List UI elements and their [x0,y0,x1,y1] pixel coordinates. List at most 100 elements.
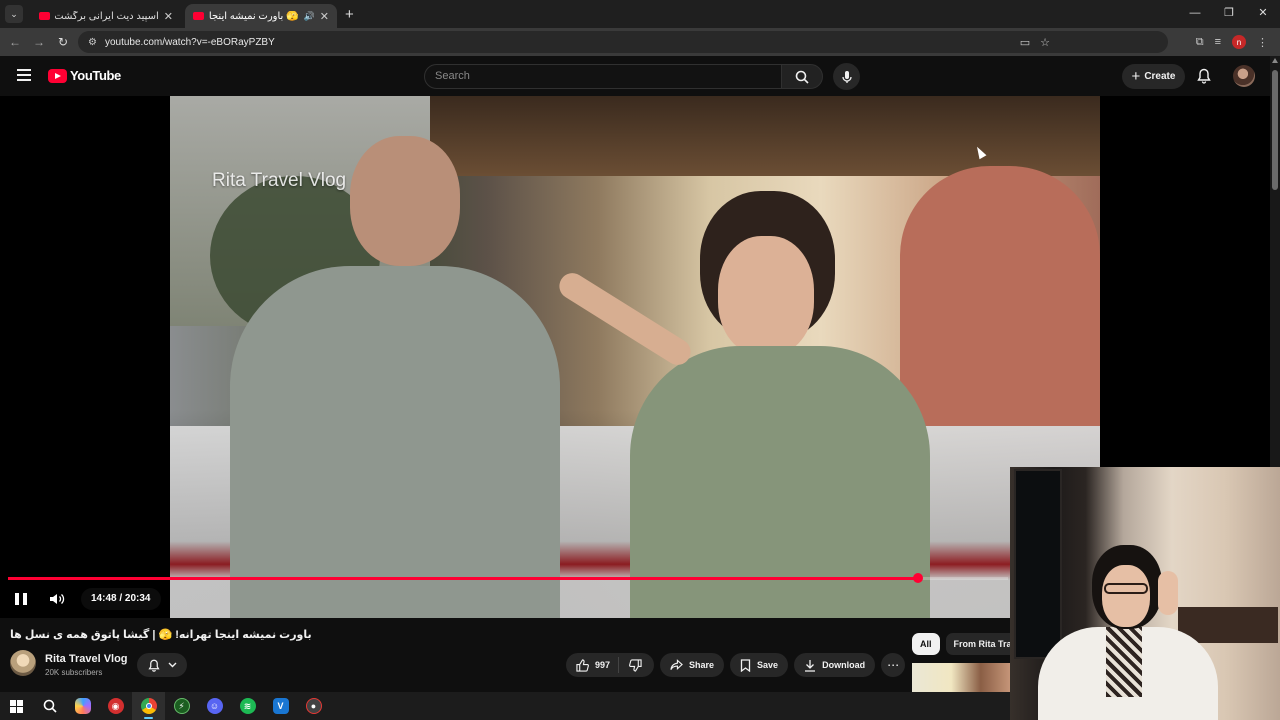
reload-icon[interactable]: ↻ [51,35,75,49]
scrollbar-thumb[interactable] [1272,70,1278,190]
reading-list-icon[interactable]: ≡ [1215,36,1221,48]
scene-awning [430,96,1100,176]
search-icon[interactable] [33,692,66,720]
cam-door [1014,469,1062,659]
account-avatar[interactable] [1233,65,1255,87]
omnibox-actions: ▭ ☆ [1020,31,1050,53]
pause-icon[interactable] [15,593,27,605]
player-controls: 14:48 / 20:34 [0,584,161,614]
screen: ⌄ اسپید دیت ایرانی برگشت ✅ ... ✕ 🫣 باورت… [0,0,1280,720]
channel-name[interactable]: Rita Travel Vlog [45,653,128,665]
spotify-icon[interactable]: ≋ [231,692,264,720]
video-frame[interactable]: Rita Travel Vlog [170,96,1100,618]
subscriber-count: 20K subscribers [45,668,103,677]
copilot-icon[interactable] [66,692,99,720]
plus-icon: + [1131,67,1141,85]
save-label: Save [757,660,779,670]
channel-avatar[interactable] [10,650,36,676]
menu-hamburger-icon[interactable] [17,69,31,81]
search-input[interactable]: Search [424,64,782,89]
youtube-wordmark: YouTube [70,68,121,83]
bookmark-star-icon[interactable]: ☆ [1040,36,1050,49]
window-controls: — ❐ ✕ [1178,0,1280,28]
cam-hand [1158,571,1178,615]
app-green-icon[interactable]: ⚡ [165,692,198,720]
video-details: باورت نمیشه اینجا تهرانه! 🫣 | گیشا پاتوق… [0,618,1020,693]
discord-icon[interactable]: ☺ [198,692,231,720]
webcam-overlay [1010,467,1280,720]
scene-arch [900,166,1100,426]
video-watermark: Rita Travel Vlog [212,170,347,191]
tab-close-icon[interactable]: ✕ [320,10,329,23]
tab-close-icon[interactable]: ✕ [164,10,173,23]
scene-arm [554,268,696,370]
progress-bar[interactable] [8,573,1008,583]
app-blue-icon[interactable]: V [264,692,297,720]
address-bar: ← → ↻ ⚙ youtube.com/watch?v=-eBORayPZBY … [0,28,1280,56]
share-icon [670,659,683,670]
cast-icon[interactable]: ▭ [1020,36,1030,49]
scene-man-head [350,136,460,266]
youtube-logo[interactable]: YouTube [48,68,121,83]
browser-tab-active[interactable]: 🫣 باورت نمیشه اینجا تهرانه! ... 🔊 ✕ [185,4,337,28]
voice-search-button[interactable] [833,63,860,90]
notifications-bell-icon[interactable] [1197,68,1211,89]
restore-button[interactable]: ❐ [1212,0,1246,28]
tab-search-button[interactable]: ⌄ [5,5,23,23]
create-button[interactable]: + Create [1122,64,1185,89]
url-field[interactable]: ⚙ youtube.com/watch?v=-eBORayPZBY ▭ ☆ [78,31,1168,53]
more-actions-button[interactable]: ⋯ [881,653,906,677]
browser-tab-bar: ⌄ اسپید دیت ایرانی برگشت ✅ ... ✕ 🫣 باورت… [0,0,1280,28]
download-icon [805,659,816,672]
cam-scarf [1106,627,1142,697]
minimize-button[interactable]: — [1178,0,1212,28]
chip-all[interactable]: All [912,633,940,655]
youtube-favicon-icon [39,12,50,20]
chrome-menu-icon[interactable]: ⋮ [1257,36,1268,49]
browser-tab[interactable]: اسپید دیت ایرانی برگشت ✅ ... ✕ [31,4,181,28]
profile-avatar[interactable]: n [1232,35,1246,49]
forward-icon[interactable]: → [27,35,51,49]
browser-toolbar-right: ⧉ ≡ n ⋮ [1196,28,1280,56]
chevron-down-icon [168,662,176,668]
download-label: Download [822,660,866,670]
new-tab-button[interactable]: + [345,6,354,23]
site-info-icon[interactable]: ⚙ [88,37,97,48]
windows-start-icon[interactable] [0,692,33,720]
microphone-icon [841,70,852,83]
bookmark-icon [740,658,751,672]
progress-played [8,577,918,580]
time-display: 14:48 / 20:34 [81,588,161,610]
cam-person-face [1102,565,1150,627]
search-button[interactable] [781,64,823,89]
tab-audio-icon[interactable]: 🔊 [304,11,315,22]
progress-scrubber[interactable] [913,573,923,583]
share-label: Share [689,660,715,670]
app-red-icon[interactable]: ◉ [99,692,132,720]
url-text: youtube.com/watch?v=-eBORayPZBY [104,36,275,48]
chrome-icon[interactable] [132,692,165,720]
create-label: Create [1144,71,1176,82]
recommended-video-thumbnail[interactable] [912,663,1010,693]
bell-icon [147,659,160,672]
download-button[interactable]: Download [794,653,876,677]
save-button[interactable]: Save [730,653,789,677]
like-dislike-group: 997 [566,653,655,677]
extensions-icon[interactable]: ⧉ [1196,36,1204,49]
share-button[interactable]: Share [660,653,725,677]
cam-glasses [1104,583,1148,594]
subscription-bell-button[interactable] [137,653,187,677]
search-icon [795,70,809,84]
scroll-up-arrow-icon[interactable] [1272,58,1278,63]
tab-title: 🫣 باورت نمیشه اینجا تهرانه! ... [209,10,299,22]
dislike-button[interactable] [619,658,654,672]
thumbs-up-icon [576,658,589,672]
volume-icon[interactable] [49,592,65,606]
app-chrome-record-icon[interactable]: ● [297,692,330,720]
youtube-favicon-icon [193,12,204,20]
back-icon[interactable]: ← [3,35,27,49]
like-button[interactable]: 997 [576,657,620,673]
windows-taskbar: ◉ ⚡ ☺ ≋ V ● [0,692,1010,720]
chip-from-channel[interactable]: From Rita Tra [945,633,1020,655]
close-window-button[interactable]: ✕ [1246,0,1280,28]
